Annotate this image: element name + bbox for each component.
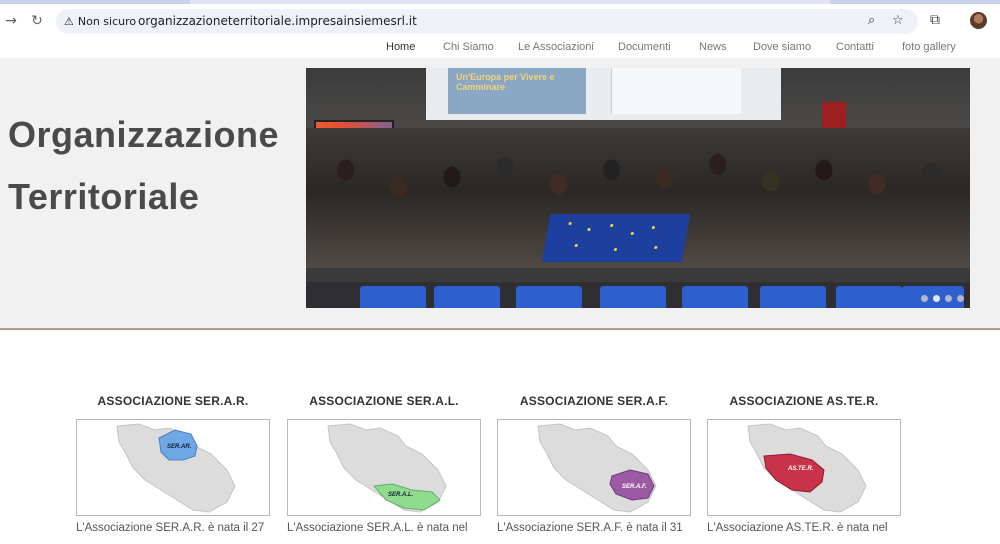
slide-dot-active[interactable] (933, 295, 940, 302)
security-label: Non sicuro (77, 15, 137, 28)
back-icon[interactable]: → (2, 12, 20, 30)
puzzle-icon[interactable]: ⧉ (930, 12, 940, 28)
region-map[interactable]: SER.A.F. (497, 419, 691, 516)
nav-associazioni[interactable]: Le Associazioni (518, 41, 594, 53)
map-label: SER.A.F. (622, 484, 647, 490)
nav-dove-siamo[interactable]: Dove siamo (753, 41, 811, 53)
title-line-1: Organizzazione (8, 114, 280, 155)
nav-chi-siamo[interactable]: Chi Siamo (443, 41, 494, 53)
nav-contatti[interactable]: Contatti (836, 41, 874, 53)
url-text[interactable]: organizzazioneterritoriale.impresainsiem… (138, 14, 417, 28)
association-title[interactable]: ASSOCIAZIONE SER.A.R. (76, 394, 270, 410)
association-card-aster: ASSOCIAZIONE AS.TE.R. AS.TE.R. L'Associa… (707, 394, 901, 534)
nav-home[interactable]: Home (386, 41, 415, 53)
region-map[interactable]: AS.TE.R. (707, 419, 901, 516)
projection-screen: Un'Europa per Vivere e Camminare (426, 68, 781, 120)
hero-section: Organizzazione Territoriale Un'Europa pe… (0, 58, 1000, 330)
association-title[interactable]: ASSOCIAZIONE AS.TE.R. (707, 394, 901, 410)
screen-text: Un'Europa per Vivere e Camminare (456, 72, 555, 92)
eu-flag (541, 214, 691, 262)
browser-toolbar: → ↻ ⚠ Non sicuro organizzazioneterritori… (0, 0, 1000, 40)
hero-slideshow[interactable]: Un'Europa per Vivere e Camminare (306, 68, 970, 308)
page-title: Organizzazione Territoriale (8, 104, 298, 228)
warning-icon: ⚠ (64, 15, 74, 28)
nav-news[interactable]: News (699, 41, 727, 53)
nav-documenti[interactable]: Documenti (618, 41, 671, 53)
association-text: L'Associazione SER.A.L. è nata nel (287, 522, 468, 534)
map-label: AS.TE.R. (788, 466, 814, 472)
title-line-2: Territoriale (8, 176, 200, 217)
security-chip[interactable]: ⚠ Non sicuro (64, 13, 136, 30)
slide-dot[interactable] (957, 295, 964, 302)
association-title[interactable]: ASSOCIAZIONE SER.A.L. (287, 394, 481, 410)
association-title[interactable]: ASSOCIAZIONE SER.A.F. (497, 394, 691, 410)
association-text: L'Associazione SER.A.F. è nata il 31 (497, 522, 683, 534)
association-card-serar: ASSOCIAZIONE SER.A.R. SER.AR. L'Associaz… (76, 394, 270, 534)
slide-indicators (921, 295, 964, 302)
map-label: SER.A.L. (388, 492, 414, 498)
slide-dot[interactable] (921, 295, 928, 302)
site-nav: Home Chi Siamo Le Associazioni Documenti… (0, 38, 1000, 58)
chair-row (306, 282, 970, 308)
region-map[interactable]: SER.A.L. (287, 419, 481, 516)
association-card-seraf: ASSOCIAZIONE SER.A.F. SER.A.F. L'Associa… (497, 394, 691, 534)
nav-foto-gallery[interactable]: foto gallery (902, 41, 956, 53)
association-text: L'Associazione AS.TE.R. è nata nel (707, 522, 888, 534)
association-text: L'Associazione SER.A.R. è nata il 27 (76, 522, 265, 534)
reload-icon[interactable]: ↻ (28, 12, 46, 30)
tab-strip-edge (0, 0, 1000, 4)
map-label: SER.AR. (167, 444, 192, 450)
association-card-seral: ASSOCIAZIONE SER.A.L. SER.A.L. L'Associa… (287, 394, 481, 534)
magnifier-icon[interactable]: ⌕ (868, 13, 875, 28)
star-icon[interactable]: ☆ (892, 13, 904, 28)
address-bar[interactable]: ⚠ Non sicuro organizzazioneterritoriale.… (56, 9, 918, 34)
slide-dot[interactable] (945, 295, 952, 302)
region-map[interactable]: SER.AR. (76, 419, 270, 516)
profile-avatar[interactable] (970, 12, 987, 29)
